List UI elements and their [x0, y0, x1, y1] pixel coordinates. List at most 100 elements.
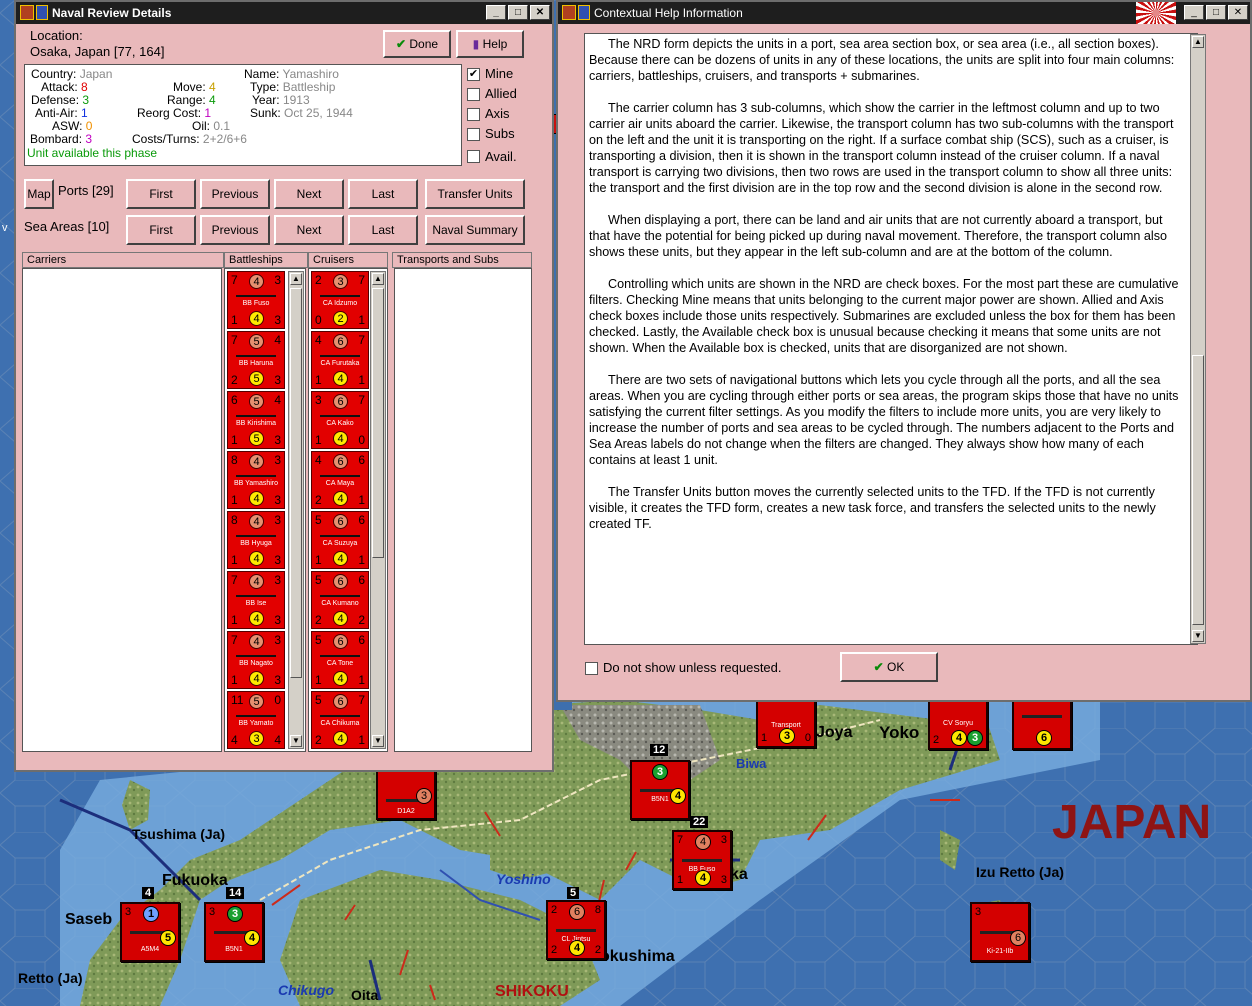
unit-value: 3	[249, 731, 264, 746]
unit-counter[interactable]: 3 6 7 CA Kako 1 4 0	[311, 391, 369, 449]
carriers-column-header: Carriers	[22, 252, 224, 268]
unit-counter[interactable]: 4 6 7 CA Furutaka 1 4 1	[311, 331, 369, 389]
axis-checkbox[interactable]	[467, 108, 480, 121]
unit-counter[interactable]: 4 6 6 CA Maya 2 4 1	[311, 451, 369, 509]
help-text-area[interactable]: The NRD form depicts the units in a port…	[584, 33, 1198, 645]
unit-counter[interactable]: 8 4 3 BB Hyuga 1 4 3	[227, 511, 285, 569]
scroll-thumb[interactable]	[290, 288, 302, 678]
scroll-up-arrow-icon[interactable]: ▲	[1192, 36, 1204, 48]
counter-value: 7	[677, 834, 684, 846]
help-button[interactable]: ▮ Help	[456, 30, 524, 58]
unit-counter[interactable]: 11 5 0 BB Yamato 4 3 4	[227, 691, 285, 749]
map-label-tsushima: Tsushima (Ja)	[132, 826, 226, 842]
allied-checkbox[interactable]	[467, 88, 480, 101]
transports-list[interactable]	[394, 268, 532, 752]
field-value: 8	[81, 80, 88, 94]
unit-counter[interactable]: 7 5 4 BB Haruna 2 5 3	[227, 331, 285, 389]
naval-summary-button[interactable]: Naval Summary	[425, 215, 525, 245]
ok-button[interactable]: ✔ OK	[840, 652, 938, 682]
field-label: Reorg Cost:	[137, 106, 202, 120]
axis-label: Axis	[485, 106, 510, 121]
help-paragraph: The NRD form depicts the units in a port…	[589, 37, 1175, 83]
transports-column-header: Transports and Subs	[392, 252, 532, 268]
unit-counter-cl-jintsu[interactable]: 2 6 8 CL Jintsu 2 4 2	[546, 900, 606, 960]
scroll-up-arrow-icon[interactable]: ▲	[372, 273, 384, 285]
counter-name: CV Soryu	[943, 720, 973, 727]
minimize-button[interactable]: _	[486, 5, 506, 20]
sea-last-button[interactable]: Last	[348, 215, 418, 245]
unit-counter-d1a2[interactable]: D1A2 3	[376, 770, 436, 820]
maximize-button[interactable]: □	[508, 5, 528, 20]
done-button[interactable]: ✔ Done	[383, 30, 451, 58]
antiair-row: Anti-Air: 1	[35, 106, 88, 120]
nrd-titlebar[interactable]: Naval Review Details _ □ ✕	[16, 2, 552, 24]
ship-icon	[320, 412, 360, 417]
ports-next-button[interactable]: Next	[274, 179, 344, 209]
scroll-thumb[interactable]	[372, 288, 384, 558]
subs-checkbox[interactable]	[467, 128, 480, 141]
scroll-down-arrow-icon[interactable]: ▼	[372, 735, 384, 747]
map-button[interactable]: Map	[24, 179, 54, 209]
unit-counter-a5m4[interactable]: 3 1 A5M4 5	[120, 902, 180, 962]
avail-checkbox[interactable]	[467, 150, 480, 163]
unit-counter[interactable]: 2 3 7 CA Idzumo 0 2 1	[311, 271, 369, 329]
unit-value: 1	[231, 433, 238, 447]
unit-value: 1	[231, 313, 238, 327]
mine-checkbox[interactable]: ✔	[467, 68, 480, 81]
counter-name: D1A2	[397, 808, 415, 815]
unit-name: BB Yamato	[238, 720, 274, 727]
unit-counter[interactable]: 7 4 3 BB Nagato 1 4 3	[227, 631, 285, 689]
help-scrollbar[interactable]: ▲ ▼	[1190, 34, 1206, 644]
close-button[interactable]: ✕	[530, 5, 550, 20]
costs-row: Costs/Turns: 2+2/6+6	[132, 132, 247, 146]
scroll-down-arrow-icon[interactable]: ▼	[290, 735, 302, 747]
unit-counter[interactable]: 6 5 4 BB Kirishima 1 5 3	[227, 391, 285, 449]
unit-value: 5	[249, 334, 264, 349]
unit-value: 4	[249, 514, 264, 529]
unit-counter[interactable]: 5 6 6 CA Suzuya 1 4 1	[311, 511, 369, 569]
unit-counter[interactable]: 5 6 6 CA Kumano 2 4 2	[311, 571, 369, 629]
battleships-scrollbar[interactable]: ▲ ▼	[288, 271, 304, 749]
unit-counter[interactable]: 7 4 3 BB Ise 1 4 3	[227, 571, 285, 629]
unit-counter-cv-soryu[interactable]: CV Soryu 2 4 3	[928, 700, 988, 750]
transfer-units-button[interactable]: Transfer Units	[425, 179, 525, 209]
ship-icon	[556, 926, 596, 932]
ports-last-button[interactable]: Last	[348, 179, 418, 209]
cruisers-scrollbar[interactable]: ▲ ▼	[370, 271, 386, 749]
unit-counter[interactable]: 8 4 3 BB Yamashiro 1 4 3	[227, 451, 285, 509]
sea-first-button[interactable]: First	[126, 215, 196, 245]
dont-show-checkbox[interactable]	[585, 662, 598, 675]
unit-value: 4	[249, 634, 264, 649]
name-row: Name: Yamashiro	[244, 67, 339, 81]
unit-value: 4	[274, 733, 281, 747]
scroll-up-arrow-icon[interactable]: ▲	[290, 273, 302, 285]
unit-counter-b5n1-left[interactable]: 3 3 B5N1 4	[204, 902, 264, 962]
unit-counter-ki21[interactable]: 3 Ki-21-IIb 6	[970, 902, 1030, 962]
cruisers-list[interactable]: 2 3 7 CA Idzumo 0 2 1 4 6 7 CA Furutaka 1 4 1 3 6 7 CA Ka…	[308, 268, 388, 752]
unit-counter-aircraft[interactable]: 6	[1012, 700, 1072, 750]
battleships-list[interactable]: 7 4 3 BB Fuso 1 4 3 7 5 4 BB Haruna 2 5 3 6 5 4 BB Kirish…	[224, 268, 306, 752]
ports-previous-button[interactable]: Previous	[200, 179, 270, 209]
carriers-list[interactable]	[22, 268, 222, 752]
field-value: 1	[81, 106, 88, 120]
unit-counter[interactable]: 5 6 6 CA Tone 1 4 1	[311, 631, 369, 689]
ports-first-button[interactable]: First	[126, 179, 196, 209]
unit-counter-b5n1[interactable]: 3 B5N1 4	[630, 760, 690, 820]
minimize-button[interactable]: _	[1184, 5, 1204, 20]
close-button[interactable]: ✕	[1228, 5, 1248, 20]
unit-counter[interactable]: 5 6 7 CA Chikuma 2 4 1	[311, 691, 369, 749]
unit-counter-bb-fuso[interactable]: 7 4 3 BB Fuso 1 4 3	[672, 830, 732, 890]
availability-text: Unit available this phase	[27, 146, 158, 160]
stack-count-badge: 14	[226, 887, 245, 899]
sea-next-button[interactable]: Next	[274, 215, 344, 245]
scroll-down-arrow-icon[interactable]: ▼	[1192, 630, 1204, 642]
unit-counter-transport[interactable]: Transport 1 3 0	[756, 700, 816, 748]
unit-value: 0	[315, 313, 322, 327]
field-label: Attack:	[41, 80, 78, 94]
scroll-thumb[interactable]	[1192, 355, 1204, 625]
help-titlebar[interactable]: Contextual Help Information _ □ ✕	[558, 2, 1250, 24]
unit-counter[interactable]: 7 4 3 BB Fuso 1 4 3	[227, 271, 285, 329]
maximize-button[interactable]: □	[1206, 5, 1226, 20]
sea-previous-button[interactable]: Previous	[200, 215, 270, 245]
unit-value: 1	[358, 553, 365, 567]
